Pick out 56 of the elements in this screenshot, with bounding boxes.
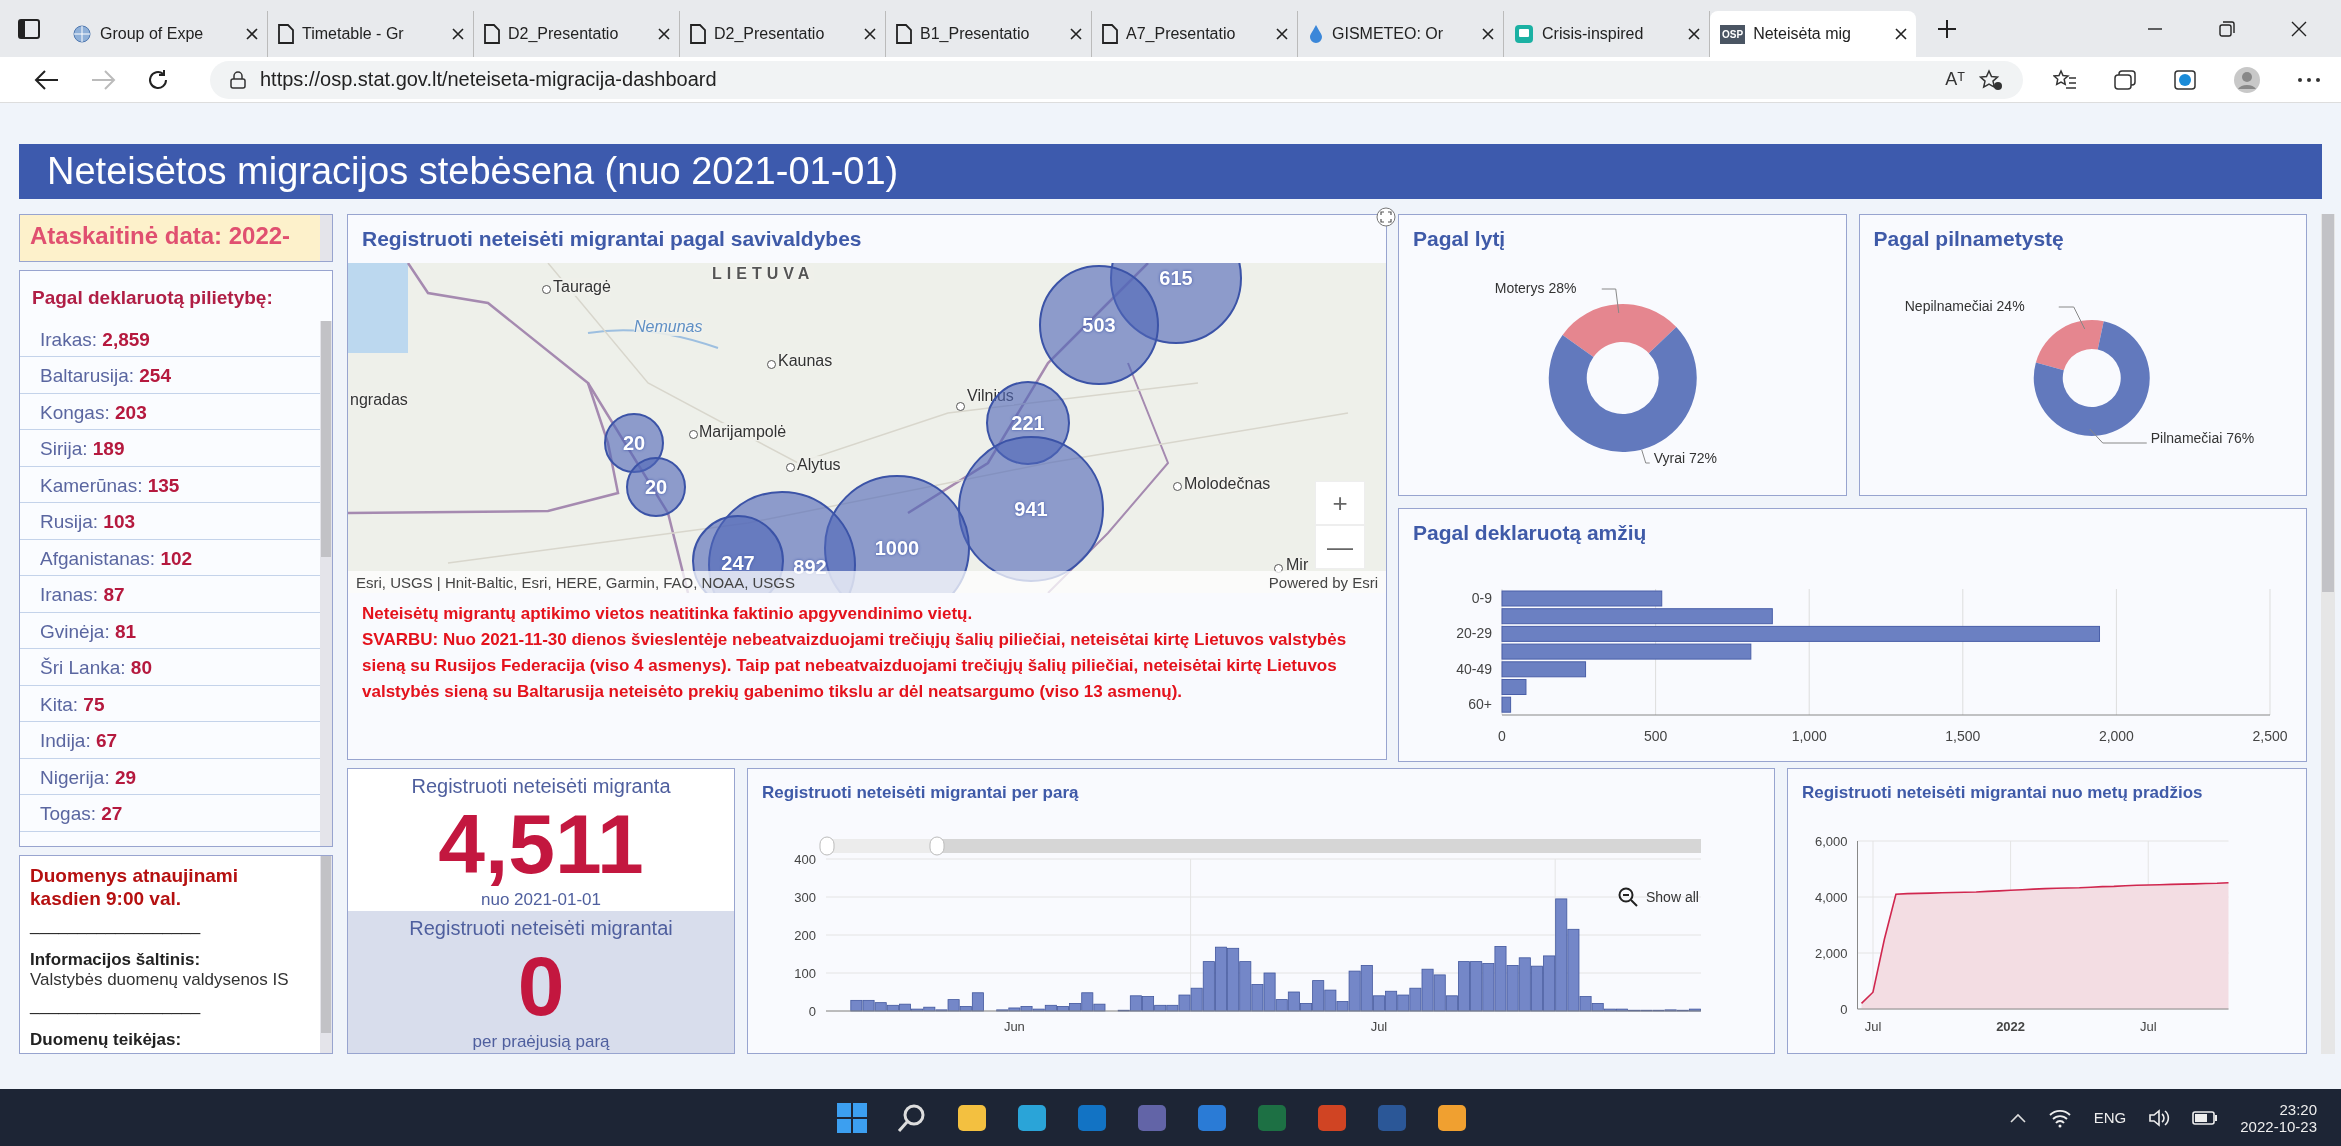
axis-tick-label: 300 bbox=[794, 890, 816, 905]
cumulative-chart-panel: Registruoti neteisėti migrantai nuo metų pradžios 0 2,000 4,000 6,000 Jul 2022 Jul bbox=[1787, 768, 2307, 1054]
daily-total-card: Registruoti neteisėti migrantai 0 per praėjusią parą bbox=[348, 911, 734, 1053]
daily-chart-panel: Registruoti neteisėti migrantai per parą 0 100 200 300 400 Jun Jul Show all bbox=[747, 768, 1775, 1054]
donut-chart-panel: Pagal pilnametystę Nepilnamečiai 24% Pilnamečiai 76% bbox=[1858, 214, 2307, 496]
axis-tick-label: 400 bbox=[794, 852, 816, 867]
slice-label: Moterys 28% bbox=[1494, 280, 1577, 296]
cluster-count: 615 bbox=[1159, 266, 1193, 290]
cluster-count: 221 bbox=[1011, 411, 1045, 435]
place-label: Nemunas bbox=[634, 318, 703, 336]
axis-tick-label: 1,000 bbox=[1791, 728, 1827, 744]
axis-tick-label: 20-29 bbox=[1456, 625, 1492, 642]
axis-tick-label: 60+ bbox=[1468, 696, 1492, 713]
citizenship-panel: Pagal deklaruotą pilietybę: Irakas: 2,859 Baltarusija: 254 Kongas: 203 Sirija: 189 Kamerūnas: 135 Rusija: 103 Afganistanas: 102 Iranas: 87 Gvinėja: 81 Šri Lanka: 80 Kita: 75 Indija: 67 Nigerija: 29 Togas: 27 bbox=[19, 269, 333, 847]
cluster-count: 20 bbox=[622, 431, 646, 455]
site-favicon: OSP bbox=[1720, 24, 1746, 44]
map-note: SVARBU: Nuo 2021-11-30 dienos švieslentėje nebeatvaizduojami trečiųjų šalių piliečiai, neteisėtai kirtę Lietuvos valstybės sieną su Rusijos Federacija (viso 4 asmenys). Taip pat nebeatvaizduojami trečiųjų šalių piliečiai, neteisėtai kirtę Lietuvos valstybės sieną su Baltarusija neteisėto prekių gabenimo tikslu ar dėl neatsargumo (viso 13 asmenų). bbox=[362, 629, 1348, 703]
axis-tick-label: 500 bbox=[1643, 728, 1668, 744]
place-label: Marijampolė bbox=[699, 423, 787, 441]
axis-tick-label: 2022 bbox=[1996, 1019, 2026, 1034]
axis-tick-label: 4,000 bbox=[1814, 890, 1848, 905]
donut-chart-panel: Pagal lytį Moterys 28% Vyrai 72% bbox=[1398, 214, 1847, 496]
axis-tick-label: 1,500 bbox=[1945, 728, 1981, 744]
axis-tick-label: 40-49 bbox=[1456, 660, 1492, 677]
axis-tick-label: 0-9 bbox=[1471, 590, 1492, 606]
place-label: Alytus bbox=[797, 456, 841, 474]
dashboard-header: Neteisėtos migracijos stebėsena (nuo 2021-01-01) bbox=[19, 144, 2322, 199]
axis-tick-label: 100 bbox=[794, 966, 816, 981]
slice-label: Vyrai 72% bbox=[1653, 450, 1718, 466]
place-label: Tauragė bbox=[553, 278, 611, 296]
totals-panel: Registruoti neteisėti migranta 4,511 nuo 2021-01-01 Registruoti neteisėti migrantai 0 per praėjusią parą bbox=[347, 768, 735, 1054]
cluster-count: 247 bbox=[721, 551, 755, 575]
age-chart-panel: Pagal deklaruotą amžių 0 500 1,000 1,500 2,000 2,500 0-9 20-29 40-49 60+ bbox=[1398, 508, 2307, 762]
axis-tick-label: 0 bbox=[808, 1004, 816, 1019]
place-label: ngradas bbox=[350, 391, 408, 409]
axis-tick-label: 0 bbox=[1498, 728, 1506, 744]
map-note: Neteisėtų migrantų aptikimo vietos neatitinka faktinio apgyvendinimo vietų. bbox=[362, 603, 974, 625]
axis-tick-label: 2,000 bbox=[1814, 946, 1848, 961]
info-panel: Duomenys atnaujinami kasdien 9:00 val. __________________ Informacijos šaltinis: Valstybės duomenų valdysenos IS __________________ Duomenų teikėjas: bbox=[19, 854, 333, 1054]
map-attribution: Esri, USGS | Hnit-Baltic, Esri, HERE, Garmin, FAO, NOAA, USGS bbox=[356, 573, 795, 591]
cluster-count: 20 bbox=[644, 475, 668, 499]
report-date-panel: Ataskaitinė data: 2022- bbox=[19, 214, 333, 262]
cluster-count: 1000 bbox=[874, 536, 920, 560]
axis-tick-label: 2,500 bbox=[2252, 728, 2288, 744]
axis-tick-label: Jun bbox=[1003, 1019, 1025, 1034]
axis-tick-label: 2,000 bbox=[2098, 728, 2134, 744]
axis-tick-label: Jul bbox=[1864, 1019, 1882, 1034]
axis-tick-label: 200 bbox=[794, 928, 816, 943]
axis-tick-label: 0 bbox=[1840, 1002, 1848, 1017]
axis-tick-label: Jul bbox=[1370, 1019, 1388, 1034]
cluster-count: 503 bbox=[1082, 313, 1116, 337]
axis-tick-label: 6,000 bbox=[1814, 834, 1848, 849]
slice-label: Pilnamečiai 76% bbox=[2150, 430, 2254, 446]
slice-label: Nepilnamečiai 24% bbox=[1904, 298, 2025, 314]
axis-tick-label: Jul bbox=[2139, 1019, 2157, 1034]
cluster-count: 941 bbox=[1014, 497, 1048, 521]
